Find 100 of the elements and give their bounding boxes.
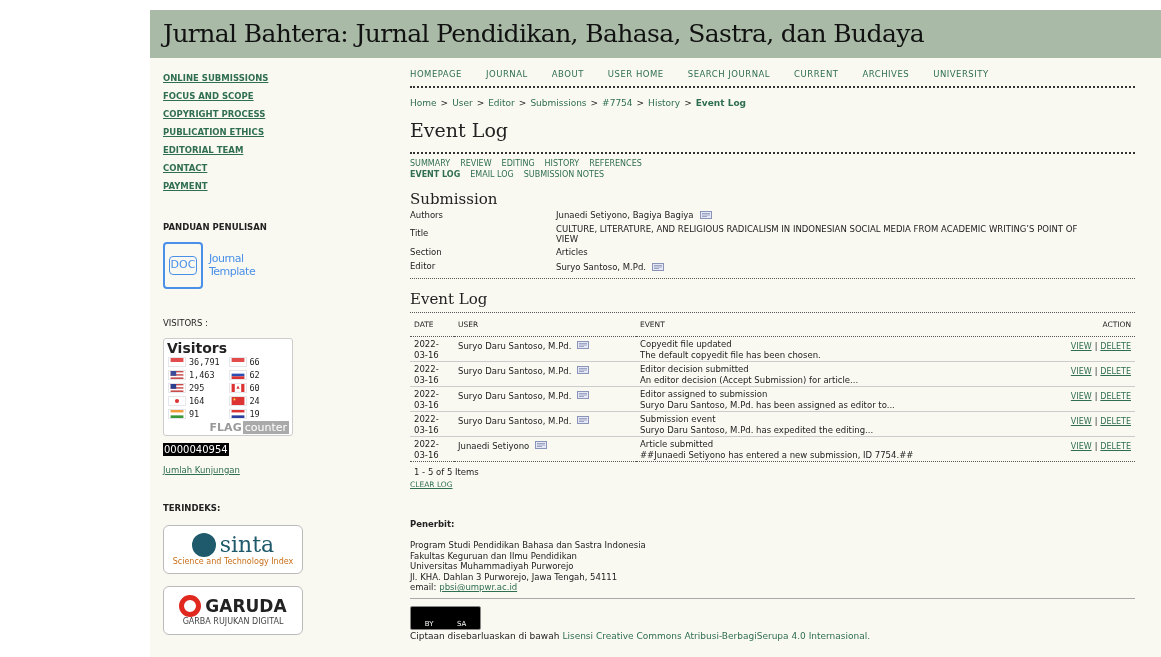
delete-link[interactable]: DELETE	[1100, 367, 1131, 377]
field-label: Editor	[410, 260, 437, 273]
event-cell: Article submitted ##Junaedi Setiyono has entered a new submission, ID 7754.##	[636, 436, 1038, 462]
view-link[interactable]: VIEW	[1070, 367, 1092, 377]
event-cell: Submission event Suryo Daru Santoso, M.Pd. has expedited the editing...	[636, 411, 1038, 437]
section-title: Submission	[410, 189, 499, 208]
field-label: Title	[410, 227, 430, 240]
sidebar-link[interactable]: CONTACT	[163, 163, 208, 174]
visits-link[interactable]: Jumlah Kunjungan	[163, 463, 240, 477]
delete-link[interactable]: DELETE	[1100, 392, 1131, 402]
envelope-icon[interactable]	[577, 366, 590, 375]
nav-link[interactable]: HOMEPAGE	[410, 68, 462, 81]
sidebar-link[interactable]: ONLINE SUBMISSIONS	[163, 73, 269, 84]
user-name: Junaedi Setiyono	[458, 441, 530, 452]
license-text: Ciptaan disebarluaskan di bawah	[410, 630, 560, 641]
section-heading: TERINDEKS:	[163, 502, 222, 515]
link-separator: |	[1094, 442, 1098, 452]
view-link[interactable]: VIEW	[1070, 342, 1092, 352]
submission-tab[interactable]: SUBMISSION NOTES	[523, 169, 605, 180]
nav-link[interactable]: JOURNAL	[486, 68, 528, 81]
flag-icon	[168, 356, 186, 367]
section-heading: PANDUAN PENULISAN	[163, 221, 268, 234]
nav-link[interactable]: ARCHIVES	[862, 68, 910, 81]
breadcrumb-separator: >	[518, 96, 527, 110]
visitor-count: 24	[249, 395, 260, 406]
flag-icon	[228, 369, 247, 380]
visitor-counter-widget[interactable]: Visitors 36,791 66 1,463 62 295 60 164 24 91 19 FLAG counter	[163, 337, 293, 436]
event-cell: Editor decision submitted An editor decision (Accept Submission) for article...	[636, 361, 1038, 387]
hit-counter: 0000040954	[163, 442, 229, 456]
field-value: Suryo Santoso, M.Pd.	[556, 261, 647, 272]
submission-tab[interactable]: SUMMARY	[410, 158, 451, 169]
license-link[interactable]: Lisensi Creative Commons Atribusi-BerbagiSerupa 4.0 Internasional.	[562, 630, 871, 641]
nav-link[interactable]: SEARCH JOURNAL	[687, 68, 771, 81]
breadcrumb-link[interactable]: Event Log	[695, 96, 746, 111]
breadcrumb-link[interactable]: Editor	[488, 96, 515, 111]
envelope-icon[interactable]	[577, 341, 590, 350]
submission-tab[interactable]: REVIEW	[460, 158, 492, 169]
user-name: Suryo Daru Santoso, M.Pd.	[458, 366, 572, 377]
date-cell: 2022-03-16	[410, 336, 454, 362]
user-name: Suryo Daru Santoso, M.Pd.	[458, 341, 572, 352]
field-value: CULTURE, LITERATURE, AND RELIGIOUS RADICALISM IN INDONESIAN SOCIAL MEDIA FROM ACADEMIC WRITING’S POINT OF VIEW	[556, 223, 1079, 244]
delete-link[interactable]: DELETE	[1100, 442, 1131, 452]
field-value: Junaedi Setiyono, Bagiya Bagiya	[556, 210, 694, 221]
visitor-count: 60	[249, 382, 260, 393]
email-link[interactable]: pbsi@umpwr.ac.id	[439, 582, 518, 593]
flag-icon	[228, 395, 247, 406]
submission-tab[interactable]: EMAIL LOG	[470, 169, 514, 180]
sidebar-link[interactable]: FOCUS AND SCOPE	[163, 91, 254, 102]
nav-link[interactable]: USER HOME	[607, 68, 664, 81]
breadcrumb-link[interactable]: History	[648, 96, 681, 111]
view-link[interactable]: VIEW	[1070, 442, 1092, 452]
sidebar-link[interactable]: EDITORIAL TEAM	[163, 145, 244, 156]
envelope-icon[interactable]	[652, 262, 665, 271]
flag-icon	[168, 395, 186, 406]
view-link[interactable]: VIEW	[1070, 392, 1092, 402]
envelope-icon[interactable]	[577, 416, 590, 425]
visitor-count: 164	[189, 395, 205, 406]
link-separator: |	[1094, 367, 1098, 377]
flag-icon	[168, 369, 186, 380]
breadcrumb-separator: >	[684, 96, 692, 110]
template-link[interactable]: Journal Template	[209, 252, 256, 279]
publisher-heading: Penerbit:	[410, 518, 456, 531]
address-line: Fakultas Keguruan dan Ilmu Pendidikan	[410, 550, 577, 561]
visitor-count: 62	[249, 369, 260, 380]
envelope-icon[interactable]	[577, 391, 590, 400]
widget-title: Visitors	[167, 339, 229, 357]
item-count: 1 - 5 of 5 Items	[414, 466, 480, 479]
event-cell: Editor assigned to submission Suryo Daru Santoso, M.Pd. has been assigned as editor to...	[636, 386, 1038, 412]
delete-link[interactable]: DELETE	[1100, 417, 1131, 427]
submission-tab[interactable]: HISTORY	[544, 158, 580, 169]
breadcrumb-link[interactable]: User	[452, 96, 473, 111]
visitor-count: 66	[249, 356, 260, 367]
breadcrumb-link[interactable]: Home	[410, 96, 437, 111]
visitor-count: 91	[189, 408, 200, 419]
view-link[interactable]: VIEW	[1070, 417, 1092, 427]
garuda-logo[interactable]: GARUDA GARBA RUJUKAN DIGITAL	[163, 586, 303, 635]
nav-link[interactable]: CURRENT	[794, 68, 839, 81]
submission-tab[interactable]: EVENT LOG	[410, 169, 461, 180]
field-label: Section	[410, 245, 443, 259]
visitor-count: 1,463	[189, 369, 215, 380]
doc-file-icon[interactable]: DOC	[163, 241, 203, 289]
address-line: Universitas Muhammadiyah Purworejo	[410, 561, 574, 572]
delete-link[interactable]: DELETE	[1100, 342, 1131, 352]
envelope-icon[interactable]	[535, 441, 548, 450]
sidebar-link[interactable]: COPYRIGHT PROCESS	[163, 109, 266, 120]
link-separator: |	[1094, 342, 1098, 352]
nav-link[interactable]: ABOUT	[551, 68, 584, 81]
breadcrumb-link[interactable]: #7754	[602, 96, 633, 111]
sinta-logo[interactable]: sinta Science and Technology Index	[163, 525, 303, 574]
link-separator: |	[1094, 392, 1098, 402]
field-value: Articles	[556, 246, 588, 257]
sidebar-link[interactable]: PUBLICATION ETHICS	[163, 127, 264, 138]
submission-tab[interactable]: REFERENCES	[589, 158, 642, 169]
breadcrumb-link[interactable]: Submissions	[530, 96, 587, 111]
sidebar-link[interactable]: PAYMENT	[163, 181, 208, 192]
submission-tab[interactable]: EDITING	[501, 158, 535, 169]
nav-link[interactable]: UNIVERSITY	[933, 68, 989, 81]
breadcrumb-separator: >	[476, 96, 485, 110]
journal-title: Jurnal Bahtera: Jurnal Pendidikan, Bahasa, Sastra, dan Budaya	[163, 18, 924, 51]
envelope-icon[interactable]	[699, 211, 712, 220]
